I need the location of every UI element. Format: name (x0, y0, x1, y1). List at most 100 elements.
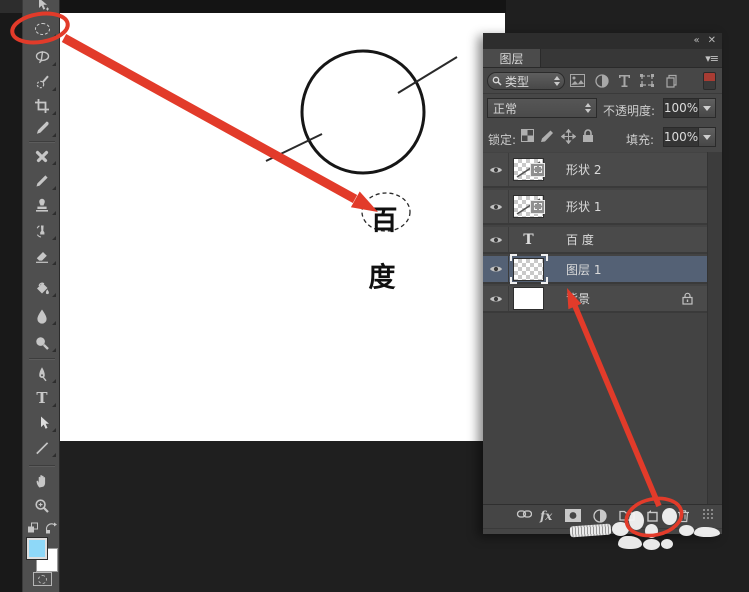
new-layer-button[interactable] (645, 509, 658, 522)
smart-object-filter-icon[interactable] (665, 74, 678, 88)
filter-type-label: 类型 (505, 74, 530, 89)
watermark (612, 522, 629, 536)
drawn-line-shape-2 (397, 56, 458, 94)
blur-tool[interactable] (23, 305, 59, 327)
dodge-tool[interactable] (23, 332, 59, 354)
layer-thumbnail[interactable] (513, 158, 557, 182)
layer-thumbnail[interactable] (510, 254, 557, 284)
panel-menu-icon[interactable]: ▾≡ (705, 49, 719, 68)
layer-row-text[interactable]: T 百 度 (483, 227, 707, 254)
layer-name[interactable]: 形状 1 (566, 198, 601, 215)
link-layers-button[interactable] (516, 509, 532, 519)
selection-bracket (510, 254, 517, 261)
drawn-circle-shape (300, 49, 426, 175)
layer-row-shape2[interactable]: 形状 2 (483, 153, 707, 188)
document-canvas[interactable]: 百 度 (60, 13, 505, 441)
layer-row-shape1[interactable]: 形状 1 (483, 190, 707, 225)
move-tool[interactable] (23, 0, 59, 16)
canvas-text-bai: 百 (371, 206, 398, 237)
visibility-toggle[interactable] (483, 286, 509, 311)
type-tool[interactable]: T (23, 387, 59, 409)
lock-row: 锁定: 填充: 100% (483, 123, 722, 152)
panel-resize-grip[interactable] (703, 509, 713, 519)
lock-label: 锁定: (488, 133, 517, 147)
layer-styles-button[interactable]: fx (540, 509, 552, 523)
layer-name[interactable]: 背景 (566, 290, 590, 307)
default-colors[interactable] (23, 517, 42, 539)
add-layer-mask-button[interactable] (565, 509, 581, 522)
quick-mask-icon (38, 574, 47, 584)
line-tool[interactable] (23, 437, 59, 459)
zoom-tool[interactable] (23, 495, 59, 517)
layer-name[interactable]: 百 度 (566, 231, 594, 248)
watermark (645, 524, 658, 538)
layer-name[interactable]: 形状 2 (566, 161, 601, 178)
pixel-layer-filter-icon[interactable] (570, 74, 585, 87)
visibility-toggle[interactable] (483, 256, 509, 282)
selection-bracket (510, 277, 517, 284)
switch-colors[interactable] (42, 517, 59, 539)
filter-toggle-switch[interactable] (703, 72, 716, 90)
canvas-text-du: 度 (369, 262, 396, 294)
selection-bracket (541, 254, 548, 261)
lock-all-icon[interactable] (582, 129, 594, 143)
type-tool-icon: T (36, 388, 48, 407)
new-adjustment-layer-button[interactable] (593, 509, 607, 523)
paint-bucket-tool[interactable] (23, 277, 59, 299)
layer-thumbnail[interactable]: T (513, 228, 557, 252)
path-selection-tool[interactable] (23, 412, 59, 434)
lock-transparent-pixels-icon[interactable] (521, 129, 534, 142)
app-background-corner (0, 0, 22, 13)
visibility-toggle[interactable] (483, 227, 509, 252)
watermark (629, 511, 644, 530)
blend-mode-dropdown[interactable]: 正常 (487, 98, 597, 118)
watermark (679, 525, 694, 536)
type-layer-filter-icon[interactable] (618, 74, 631, 87)
filter-type-dropdown[interactable]: 类型 (487, 72, 565, 90)
history-brush-tool[interactable] (23, 220, 59, 242)
delete-layer-button[interactable] (677, 509, 690, 523)
shape-layer-filter-icon[interactable] (640, 74, 654, 87)
layers-panel: « ✕ 图层 ▾≡ 类型 正常 不透明度: 100% 锁定: 填充: 100% … (483, 33, 722, 534)
toolbar-divider (29, 141, 55, 142)
quick-mask-mode-button[interactable] (33, 572, 52, 586)
brush-tool[interactable] (23, 170, 59, 192)
collapse-panels-icon[interactable]: « (693, 36, 699, 46)
tab-layers[interactable]: 图层 (483, 49, 541, 67)
layer-row-layer1-selected[interactable]: 图层 1 (483, 254, 707, 284)
layer-row-background[interactable]: 背景 (483, 286, 707, 313)
visibility-toggle[interactable] (483, 153, 509, 186)
opacity-dropdown-button[interactable] (698, 98, 716, 118)
layer-thumbnail[interactable] (513, 195, 557, 219)
pen-tool[interactable] (23, 363, 59, 385)
fill-dropdown-button[interactable] (698, 127, 716, 147)
fill-value[interactable]: 100% (663, 127, 699, 147)
lasso-tool[interactable] (23, 46, 59, 68)
watermark (694, 527, 720, 537)
quick-selection-tool[interactable] (23, 71, 59, 93)
eye-icon (489, 266, 502, 272)
eyedropper-tool[interactable] (23, 117, 59, 139)
adjustment-layer-filter-icon[interactable] (595, 74, 609, 88)
eye-icon (489, 166, 502, 173)
layer-name[interactable]: 图层 1 (566, 261, 601, 278)
tools-panel: T (22, 0, 60, 592)
hand-tool[interactable] (23, 470, 59, 492)
layer-thumbnail[interactable] (513, 287, 557, 311)
lock-position-icon[interactable] (561, 129, 576, 144)
app-background-top (60, 0, 506, 13)
opacity-value[interactable]: 100% (663, 98, 699, 118)
visibility-toggle[interactable] (483, 190, 509, 223)
elliptical-marquee-tool[interactable] (23, 18, 59, 40)
crop-tool[interactable] (23, 95, 59, 117)
clone-stamp-tool[interactable] (23, 195, 59, 217)
lock-image-pixels-icon[interactable] (540, 129, 555, 143)
close-panel-icon[interactable]: ✕ (708, 36, 716, 46)
chevron-down-icon (703, 105, 711, 111)
toolbar-divider (29, 358, 55, 359)
eraser-tool[interactable] (23, 245, 59, 267)
healing-brush-tool[interactable] (23, 145, 59, 167)
panel-scroll-gutter[interactable] (707, 152, 722, 504)
foreground-color-swatch[interactable] (26, 537, 48, 560)
watermark (661, 539, 673, 549)
